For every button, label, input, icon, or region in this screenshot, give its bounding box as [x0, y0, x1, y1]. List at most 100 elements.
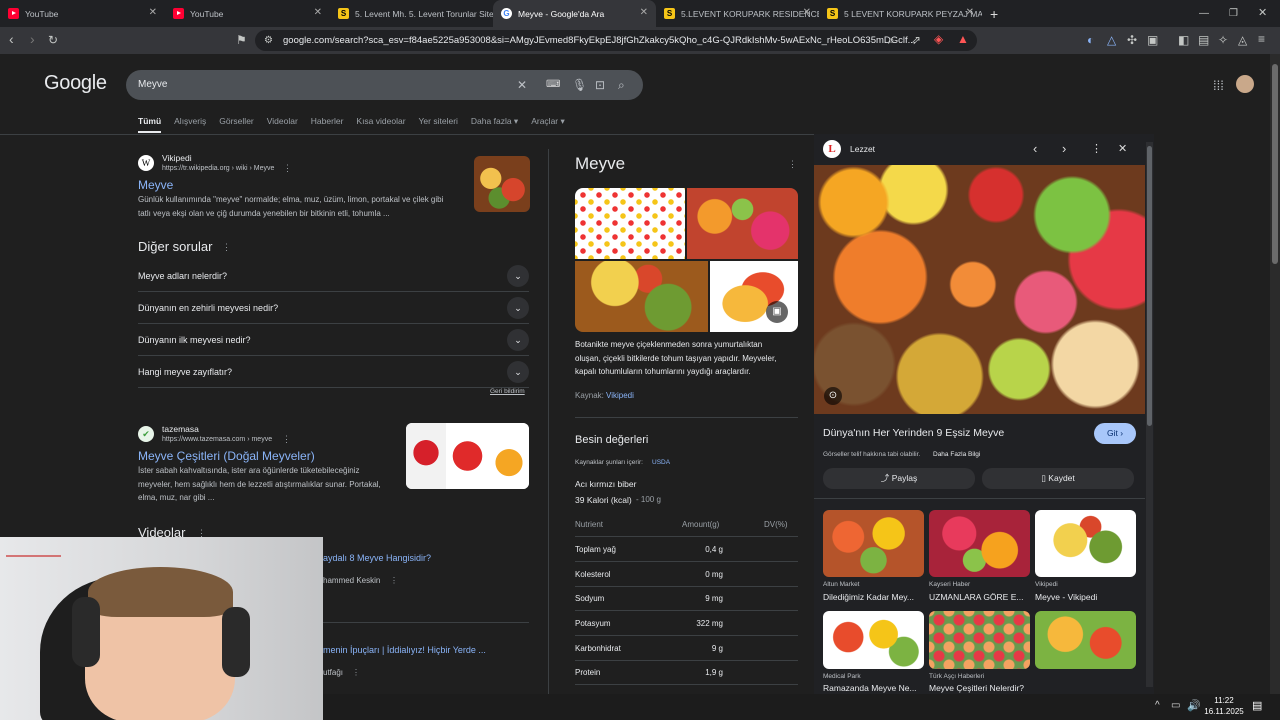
- related-caption[interactable]: UZMANLARA GÖRE E...: [929, 592, 1030, 602]
- vpn-icon[interactable]: ◬: [1238, 33, 1247, 47]
- address-bar[interactable]: google.com/search?sca_esv=f84ae5225a9530…: [255, 30, 977, 51]
- notification-icon[interactable]: ▤: [1252, 699, 1262, 712]
- menu-icon[interactable]: ≡: [1258, 32, 1265, 46]
- browser-tab[interactable]: S 5.LEVENT KORUPARK RESIDENCEDE ✕: [656, 0, 819, 27]
- minimize-icon[interactable]: —: [1199, 7, 1209, 21]
- network-icon[interactable]: ▭: [1171, 700, 1180, 711]
- tab-videos[interactable]: Videolar: [267, 116, 298, 133]
- related-image[interactable]: [823, 611, 924, 669]
- extensions-puzzle-icon[interactable]: ✣: [1127, 33, 1137, 47]
- kp-source-link[interactable]: Vikipedi: [606, 391, 634, 400]
- brave-shield-icon[interactable]: ◈: [934, 32, 943, 46]
- browser-tab[interactable]: YouTube ✕: [165, 0, 330, 27]
- tab-news[interactable]: Haberler: [311, 116, 344, 133]
- related-caption[interactable]: Meyve Çeşitleri Nelerdir?: [929, 683, 1030, 693]
- rewards-icon[interactable]: ▲: [957, 32, 969, 46]
- preview-image[interactable]: ⊙: [814, 165, 1145, 414]
- clock-time[interactable]: 11:22: [1205, 696, 1243, 705]
- related-image[interactable]: [929, 510, 1030, 577]
- lens-icon[interactable]: ⊙: [824, 387, 842, 405]
- keyboard-icon[interactable]: ⌨: [546, 70, 560, 100]
- more-options-icon[interactable]: ⋮: [282, 434, 291, 445]
- nutrition-source-link[interactable]: USDA: [652, 459, 670, 466]
- more-options-icon[interactable]: ⋮: [788, 159, 797, 170]
- kp-image[interactable]: ▣: [710, 261, 798, 332]
- more-options-icon[interactable]: ⋮: [352, 668, 360, 677]
- volume-icon[interactable]: 🔊: [1187, 699, 1201, 712]
- google-logo[interactable]: Google: [44, 72, 107, 95]
- page-scrollbar-thumb[interactable]: [1272, 64, 1278, 264]
- tab-close-icon[interactable]: ✕: [966, 7, 974, 18]
- nutrition-item[interactable]: Acı kırmızı biber: [575, 479, 636, 489]
- tab-close-icon[interactable]: ✕: [803, 7, 811, 18]
- tab-close-icon[interactable]: ✕: [314, 7, 322, 18]
- video-title-link[interactable]: aydalı 8 Meyve Hangisidir?: [323, 553, 431, 563]
- tab-close-icon[interactable]: ✕: [640, 7, 648, 18]
- extension-icon[interactable]: ◐: [1087, 33, 1094, 47]
- share-button[interactable]: ⤴ Paylaş: [823, 468, 975, 489]
- result-url[interactable]: https://www.tazemasa.com › meyve: [162, 436, 272, 443]
- result-title-link[interactable]: Meyve Çeşitleri (Doğal Meyveler): [138, 449, 315, 463]
- related-image[interactable]: [823, 510, 924, 577]
- paa-question[interactable]: Meyve adları nelerdir? ⌄: [138, 260, 529, 292]
- tab-all[interactable]: Tümü: [138, 116, 162, 133]
- tab-close-icon[interactable]: ✕: [149, 7, 157, 18]
- browser-tab[interactable]: S5 LEVENT KORUPARK PEYZAJ MANZ ✕: [819, 0, 982, 27]
- paa-question[interactable]: Dünyanın ilk meyvesi nedir? ⌄: [138, 324, 529, 356]
- panel-scrollbar-thumb[interactable]: [1147, 146, 1152, 426]
- previous-icon[interactable]: ‹: [1033, 141, 1037, 156]
- panel-source[interactable]: Lezzet: [850, 144, 875, 154]
- site-info-icon[interactable]: ⚙: [264, 34, 273, 48]
- tab-web[interactable]: Yer siteleri: [419, 116, 458, 133]
- more-options-icon[interactable]: ⋮: [1091, 142, 1102, 155]
- chevron-down-icon[interactable]: ⌄: [507, 297, 529, 319]
- close-window-icon[interactable]: ✕: [1258, 6, 1267, 20]
- feedback-link[interactable]: Geri bildirim: [490, 388, 525, 395]
- clock-date[interactable]: 16.11.2025: [1200, 707, 1248, 716]
- forward-icon[interactable]: ›: [30, 32, 35, 46]
- more-options-icon[interactable]: ⋮: [390, 576, 398, 585]
- tab-shopping[interactable]: Alışveriş: [174, 116, 206, 133]
- panel-image-title[interactable]: Dünya'nın Her Yerinden 9 Eşsiz Meyve: [823, 427, 1004, 439]
- tab-tools[interactable]: Araçlar ▾: [531, 116, 565, 133]
- result-thumbnail[interactable]: [474, 156, 530, 212]
- microphone-icon[interactable]: 🎙: [572, 70, 587, 100]
- browser-tab[interactable]: S 5. Levent Mh. 5. Levent Torunlar Sitesi: [330, 0, 493, 27]
- page-scrollbar[interactable]: [1270, 54, 1280, 694]
- more-options-icon[interactable]: ⋮: [222, 242, 231, 253]
- tab-more[interactable]: Daha fazla ▾: [471, 116, 518, 133]
- result-title-link[interactable]: Meyve: [138, 178, 173, 192]
- share-icon[interactable]: ⇗: [911, 33, 921, 47]
- kp-image[interactable]: [575, 261, 708, 332]
- reload-icon[interactable]: ↻: [48, 33, 58, 47]
- bookmark-icon[interactable]: ⚑: [236, 33, 247, 47]
- search-page-icon[interactable]: ⌕: [888, 33, 895, 47]
- more-info-link[interactable]: Daha Fazla Bilgi: [933, 451, 980, 458]
- search-icon[interactable]: ⌕: [618, 70, 625, 100]
- related-image[interactable]: [1035, 510, 1136, 577]
- back-icon[interactable]: ‹: [9, 32, 14, 46]
- wallet-icon[interactable]: ▤: [1198, 33, 1209, 47]
- paa-question[interactable]: Hangi meyve zayıflatır? ⌄: [138, 356, 529, 388]
- tab-images[interactable]: Görseller: [219, 116, 253, 133]
- more-options-icon[interactable]: ⋮: [283, 163, 292, 174]
- tab-search-icon[interactable]: ▣: [1147, 33, 1158, 47]
- save-button[interactable]: ▯ Kaydet: [982, 468, 1134, 489]
- go-button[interactable]: Git ›: [1094, 423, 1136, 444]
- browser-tab[interactable]: YouTube ✕: [0, 0, 165, 27]
- close-icon[interactable]: ✕: [1118, 142, 1127, 155]
- extension-icon[interactable]: △: [1107, 33, 1116, 47]
- chevron-down-icon[interactable]: ⌄: [507, 265, 529, 287]
- chevron-down-icon[interactable]: ⌄: [507, 329, 529, 351]
- result-thumbnail[interactable]: [406, 423, 529, 489]
- apps-grid-icon[interactable]: ⁞⁞⁞: [1213, 78, 1224, 93]
- avatar[interactable]: [1236, 75, 1254, 93]
- related-caption[interactable]: Dilediğimiz Kadar Mey...: [823, 592, 924, 602]
- gallery-icon[interactable]: ▣: [766, 301, 788, 323]
- clear-icon[interactable]: ✕: [517, 70, 527, 100]
- video-title-link[interactable]: menin İpuçları | İddialıyız! Hiçbir Yerd…: [323, 645, 486, 655]
- sidebar-icon[interactable]: ◧: [1178, 33, 1189, 47]
- kp-image[interactable]: [687, 188, 798, 259]
- tab-short-videos[interactable]: Kısa videolar: [356, 116, 405, 133]
- search-input[interactable]: Meyve ✕ ⌨ 🎙 ⊡ ⌕: [126, 70, 643, 100]
